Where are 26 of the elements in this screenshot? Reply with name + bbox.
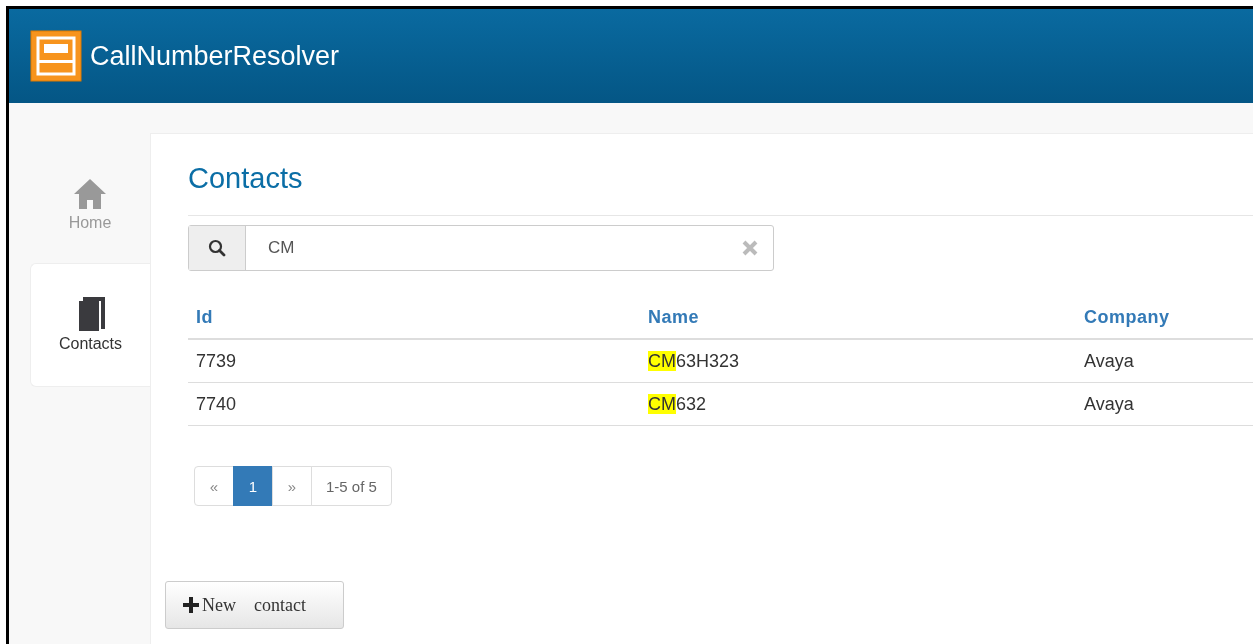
table-cell: CM632 [648, 394, 707, 414]
table-cell: 7739 [196, 351, 237, 371]
page-summary: 1-5 of 5 [311, 466, 392, 506]
column-header[interactable]: Company [1084, 307, 1170, 327]
home-icon [73, 178, 107, 210]
search-field[interactable]: CM [188, 225, 774, 271]
logo-icon [30, 30, 82, 82]
table-cell: Avaya [1084, 394, 1134, 414]
plus-icon [182, 596, 200, 614]
table-cell: Avaya [1084, 351, 1134, 371]
new-contact-button[interactable]: New contact [165, 581, 344, 629]
page-button[interactable]: 1 [233, 466, 273, 506]
previous-page-button[interactable]: « [194, 466, 234, 506]
table-cell: 7740 [196, 394, 237, 414]
search-input[interactable]: CM [266, 237, 741, 259]
page-title: Contacts [188, 162, 304, 195]
next-page-button[interactable]: » [272, 466, 312, 506]
clear-icon[interactable] [741, 239, 759, 257]
table-cell: CM63H323 [648, 351, 740, 371]
search-icon [208, 239, 226, 257]
sidebar-tab[interactable]: Home [30, 153, 150, 257]
sidebar-tab[interactable]: Contacts [30, 263, 150, 387]
column-header[interactable]: Id [196, 307, 213, 327]
column-header[interactable]: Name [648, 307, 700, 327]
app-title: CallNumberResolver [90, 40, 340, 72]
book-icon [76, 297, 105, 331]
